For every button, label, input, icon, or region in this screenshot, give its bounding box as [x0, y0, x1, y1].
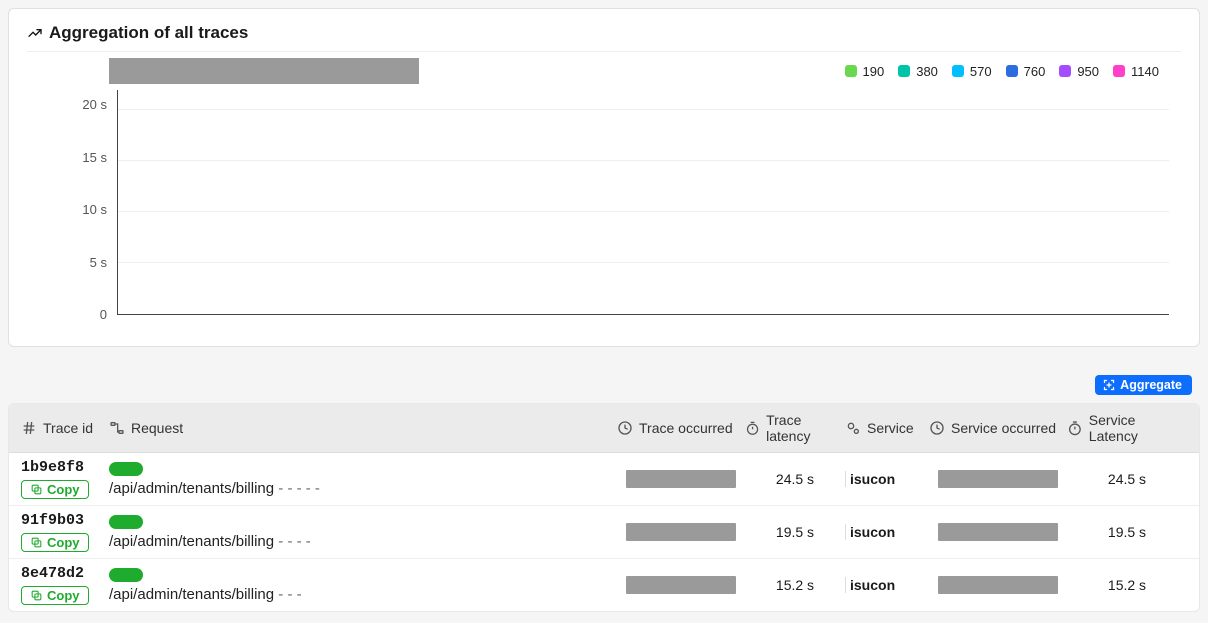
legend-item-380[interactable]: 380 — [898, 64, 938, 79]
legend-item-570[interactable]: 570 — [952, 64, 992, 79]
service-latency: 15.2 s — [1067, 577, 1187, 593]
table-header: Trace id Request Trace occurred Trace la… — [9, 404, 1199, 453]
service-occurred-redacted — [938, 470, 1058, 488]
legend-item-1140[interactable]: 1140 — [1113, 64, 1159, 79]
request-path: /api/admin/tenants/billing - - - - — [109, 533, 617, 550]
legend-label: 950 — [1077, 64, 1099, 79]
legend-label: 190 — [863, 64, 885, 79]
flow-icon — [109, 420, 125, 436]
traces-table: Trace id Request Trace occurred Trace la… — [8, 403, 1200, 612]
status-pill — [109, 515, 143, 529]
table-row[interactable]: 1b9e8f8 Copy /api/admin/tenants/billing … — [9, 453, 1199, 506]
stopwatch-icon — [745, 420, 760, 436]
status-pill — [109, 568, 143, 582]
copy-icon — [30, 589, 43, 602]
service-name: isucon — [845, 524, 929, 540]
card-title-text: Aggregation of all traces — [49, 23, 248, 43]
service-name: isucon — [845, 471, 929, 487]
copy-label: Copy — [47, 588, 80, 603]
clock-icon — [617, 420, 633, 436]
col-trace-occurred[interactable]: Trace occurred — [617, 412, 745, 444]
y-axis: 05 s10 s15 s20 s — [39, 90, 117, 315]
aggregate-button[interactable]: Aggregate — [1095, 375, 1192, 395]
legend-swatch — [952, 65, 964, 77]
aggregate-button-label: Aggregate — [1120, 378, 1182, 392]
y-tick: 0 — [39, 307, 107, 322]
copy-button[interactable]: Copy — [21, 480, 89, 499]
copy-label: Copy — [47, 482, 80, 497]
legend-item-950[interactable]: 950 — [1059, 64, 1099, 79]
plot-area — [117, 90, 1169, 315]
chart-title-redacted — [109, 58, 419, 84]
copy-button[interactable]: Copy — [21, 533, 89, 552]
legend-label: 570 — [970, 64, 992, 79]
col-service[interactable]: Service — [845, 412, 929, 444]
request-path: /api/admin/tenants/billing - - - - - — [109, 480, 617, 497]
chart-icon — [27, 25, 43, 41]
card-title: Aggregation of all traces — [27, 23, 1181, 52]
request-path: /api/admin/tenants/billing - - - — [109, 586, 617, 603]
table-row[interactable]: 8e478d2 Copy /api/admin/tenants/billing … — [9, 559, 1199, 611]
trace-occurred-redacted — [626, 523, 736, 541]
copy-label: Copy — [47, 535, 80, 550]
table-row[interactable]: 91f9b03 Copy /api/admin/tenants/billing … — [9, 506, 1199, 559]
legend-swatch — [1059, 65, 1071, 77]
col-service-latency[interactable]: Service Latency — [1067, 412, 1187, 444]
legend-swatch — [1006, 65, 1018, 77]
service-latency: 24.5 s — [1067, 471, 1187, 487]
trace-occurred-redacted — [626, 470, 736, 488]
service-name: isucon — [845, 577, 929, 593]
request-dashes: - - - - — [278, 533, 310, 550]
y-tick: 20 s — [39, 97, 107, 112]
y-tick: 15 s — [39, 150, 107, 165]
table-body: 1b9e8f8 Copy /api/admin/tenants/billing … — [9, 453, 1199, 611]
gears-icon — [845, 420, 861, 436]
trace-latency: 24.5 s — [745, 471, 845, 487]
trace-id: 91f9b03 — [21, 512, 109, 529]
request-dashes: - - - — [278, 586, 301, 603]
col-trace-id[interactable]: Trace id — [21, 420, 109, 436]
copy-icon — [30, 483, 43, 496]
trace-id: 1b9e8f8 — [21, 459, 109, 476]
status-pill — [109, 462, 143, 476]
stopwatch-icon — [1067, 420, 1083, 436]
trace-occurred-redacted — [626, 576, 736, 594]
legend-item-190[interactable]: 190 — [845, 64, 885, 79]
trace-latency: 15.2 s — [745, 577, 845, 593]
legend-label: 760 — [1024, 64, 1046, 79]
hash-icon — [21, 420, 37, 436]
trace-latency: 19.5 s — [745, 524, 845, 540]
trace-id: 8e478d2 — [21, 565, 109, 582]
legend-item-760[interactable]: 760 — [1006, 64, 1046, 79]
chart: 190 380 570 760 950 1140 0 5 s 10 s 15 s 20 s — [27, 52, 1181, 332]
legend-swatch — [1113, 65, 1125, 77]
service-occurred-redacted — [938, 576, 1058, 594]
col-request[interactable]: Request — [109, 420, 617, 436]
col-trace-latency[interactable]: Trace latency — [745, 412, 845, 444]
copy-button[interactable]: Copy — [21, 586, 89, 605]
legend-swatch — [845, 65, 857, 77]
legend-label: 380 — [916, 64, 938, 79]
clock-icon — [929, 420, 945, 436]
request-dashes: - - - - - — [278, 480, 320, 497]
y-tick: 10 s — [39, 202, 107, 217]
copy-icon — [30, 536, 43, 549]
legend: 190 380 570 760 950 1140 — [845, 64, 1169, 79]
legend-label: 1140 — [1131, 64, 1159, 79]
aggregate-icon — [1103, 379, 1115, 391]
service-occurred-redacted — [938, 523, 1058, 541]
col-service-occurred[interactable]: Service occurred — [929, 412, 1067, 444]
aggregation-card: Aggregation of all traces 190 380 570 760 95… — [8, 8, 1200, 347]
service-latency: 19.5 s — [1067, 524, 1187, 540]
y-tick: 5 s — [39, 255, 107, 270]
legend-swatch — [898, 65, 910, 77]
